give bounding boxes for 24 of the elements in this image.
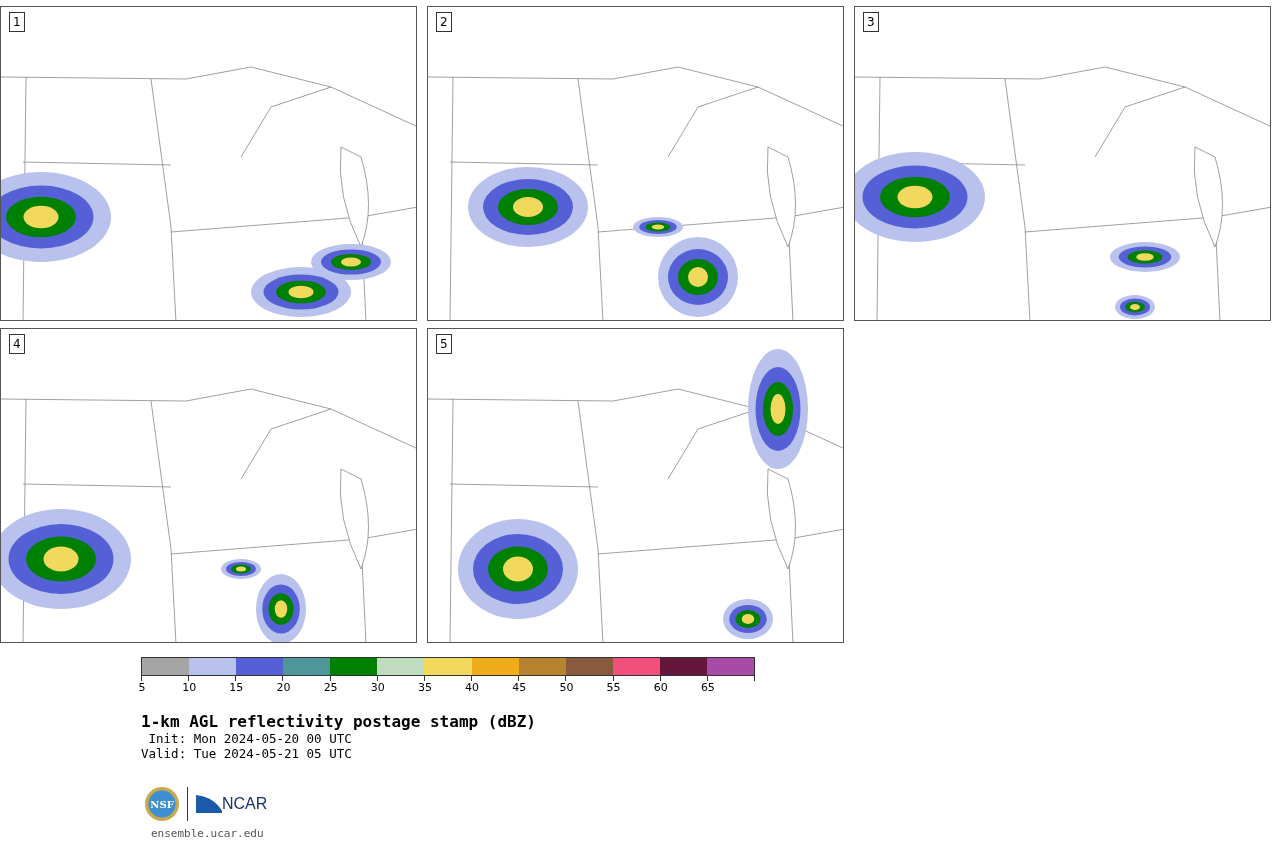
scale-tick-label: 15 [229,681,244,694]
site-url: ensemble.ucar.edu [151,827,265,840]
ncar-logo: NCAR [196,795,268,813]
scale-tick-label: 25 [323,681,338,694]
scale-tick-label: 30 [370,681,385,694]
scale-tick-label: 60 [653,681,668,694]
chart-title: 1-km AGL reflectivity postage stamp (dBZ) [141,713,537,731]
valid-time: Valid: Tue 2024-05-21 05 UTC [141,746,353,761]
scale-tick-label: 10 [182,681,197,694]
scale-tick-label: 50 [559,681,574,694]
init-time: Init: Mon 2024-05-20 00 UTC [147,731,353,746]
scale-tick-label: 55 [606,681,621,694]
scale-tick-label: 35 [417,681,432,694]
scale-tick-label: 45 [512,681,527,694]
seal-logo: NSF [145,787,179,821]
scale-tick-label: 20 [276,681,291,694]
panel-number: 4 [9,334,25,354]
panel-number: 2 [436,12,452,32]
scale-tick-label: 65 [700,681,715,694]
scale-tick-label: 5 [138,681,146,694]
panel-number: 3 [863,12,879,32]
panel-number: 1 [9,12,25,32]
scale-tick-label: 40 [465,681,480,694]
panel-number: 5 [436,334,452,354]
